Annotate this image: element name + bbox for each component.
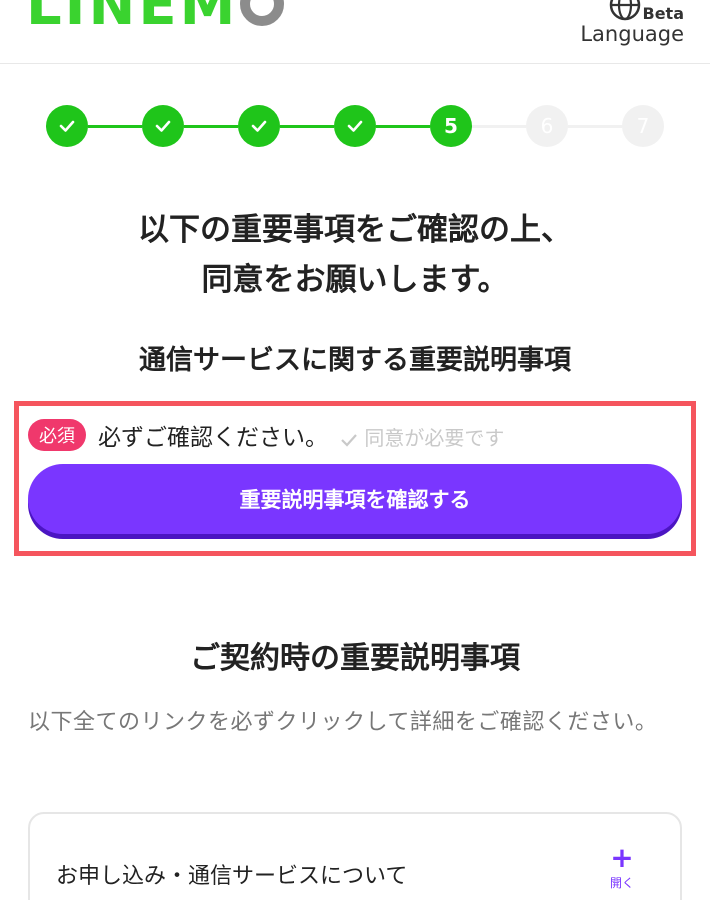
contract-section-title: ご契約時の重要説明事項 <box>190 641 520 676</box>
confirm-important-items-button[interactable]: 重要説明事項を確認する <box>28 464 682 534</box>
step-4 <box>334 105 376 147</box>
progress-stepper: 5 6 7 <box>46 105 664 147</box>
agreement-status-label: 同意が必要です <box>364 426 505 450</box>
stepper-connector <box>88 125 142 128</box>
service-section-title: 通信サービスに関する重要説明事項 <box>139 345 571 376</box>
logo-text: LINEM <box>26 0 239 38</box>
step-5: 5 <box>430 105 472 147</box>
step-6: 6 <box>526 105 568 147</box>
check-icon <box>347 120 363 132</box>
step-1 <box>46 105 88 147</box>
accordion-open-toggle[interactable]: + 開く <box>604 841 640 891</box>
check-icon <box>341 433 357 447</box>
check-icon <box>59 120 75 132</box>
check-icon <box>251 120 267 132</box>
linemo-logo[interactable]: LINEM <box>26 0 285 34</box>
contract-description: 以下全てのリンクを必ずクリックして詳細をご確認ください。 <box>28 710 658 735</box>
globe-icon <box>609 0 641 21</box>
accordion-label: お申し込み・通信サービスについて <box>56 864 408 889</box>
required-badge: 必須 <box>28 419 86 451</box>
stepper-connector <box>472 125 526 128</box>
beta-badge: Beta <box>642 4 685 23</box>
logo-o-mark <box>240 0 285 26</box>
accordion-application-service[interactable]: お申し込み・通信サービスについて + 開く <box>28 812 682 900</box>
stepper-connector <box>184 125 238 128</box>
stepper-connector <box>280 125 334 128</box>
step-3 <box>238 105 280 147</box>
accordion-open-label: 開く <box>609 876 634 890</box>
language-label: Language <box>580 22 684 46</box>
check-icon <box>155 120 171 132</box>
page-title: 以下の重要事項をご確認の上、 同意をお願いします。 <box>0 205 710 305</box>
page-title-line-1: 以下の重要事項をご確認の上、 <box>138 212 572 248</box>
stepper-connector <box>376 125 430 128</box>
step-2 <box>142 105 184 147</box>
language-switcher[interactable]: Beta Language <box>580 0 685 60</box>
agreement-status: 同意が必要です <box>340 422 504 451</box>
page-title-line-2: 同意をお願いします。 <box>201 262 509 298</box>
step-7: 7 <box>622 105 664 147</box>
required-text: 必ずご確認ください。 <box>98 425 328 451</box>
stepper-connector <box>568 125 622 128</box>
header: LINEM Beta Language <box>0 0 710 64</box>
plus-icon: + <box>610 841 634 874</box>
